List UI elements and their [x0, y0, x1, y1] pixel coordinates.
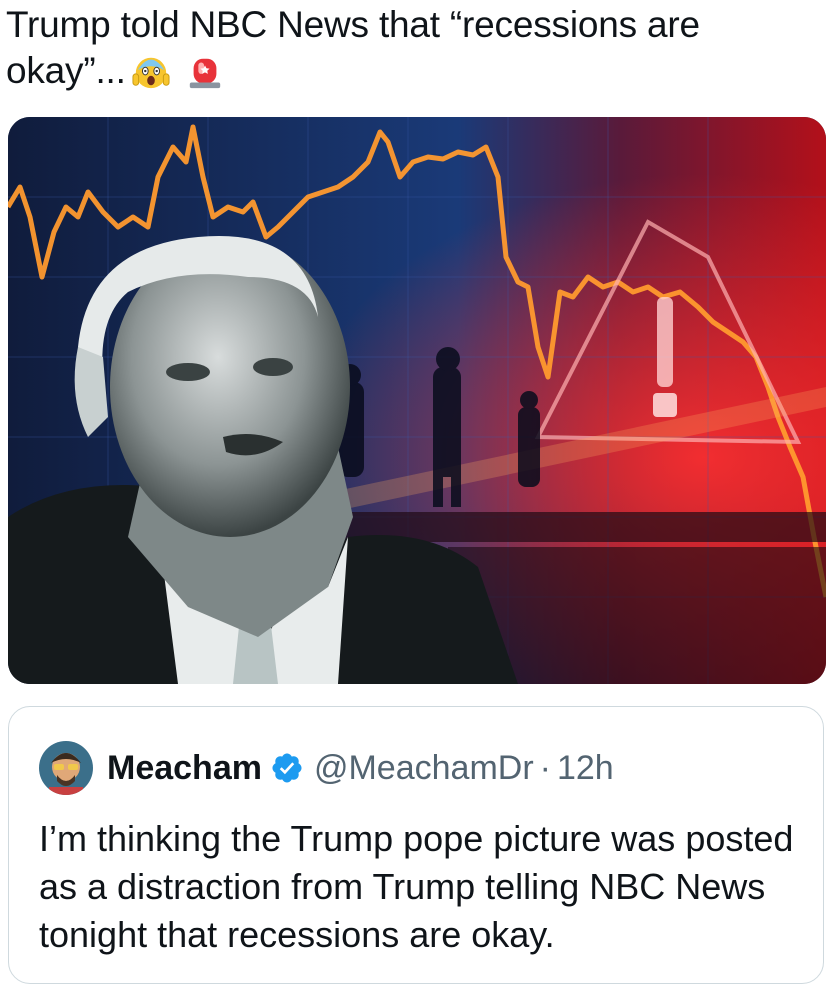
quoted-post-header: Meacham @MeachamDr · 12h: [39, 741, 614, 795]
post-text-content: Trump told NBC News that “recessions are…: [6, 4, 700, 91]
quoted-post-time[interactable]: 12h: [557, 749, 614, 788]
face-screaming-in-fear-icon: [132, 57, 170, 89]
separator-dot: ·: [539, 748, 551, 787]
quoted-author-name[interactable]: Meacham: [107, 749, 262, 788]
stock-crash-illustration: [8, 117, 826, 684]
quoted-post-card[interactable]: Meacham @MeachamDr · 12h I’m thinking th…: [8, 706, 824, 984]
verified-badge-icon: [272, 753, 302, 783]
post-text: Trump told NBC News that “recessions are…: [6, 2, 806, 94]
avatar[interactable]: [39, 741, 93, 795]
post-image[interactable]: [8, 117, 826, 684]
quoted-author-handle[interactable]: @MeachamDr: [314, 749, 534, 788]
quoted-post-text: I’m thinking the Trump pope picture was …: [39, 818, 794, 955]
police-siren-icon: [189, 58, 220, 89]
